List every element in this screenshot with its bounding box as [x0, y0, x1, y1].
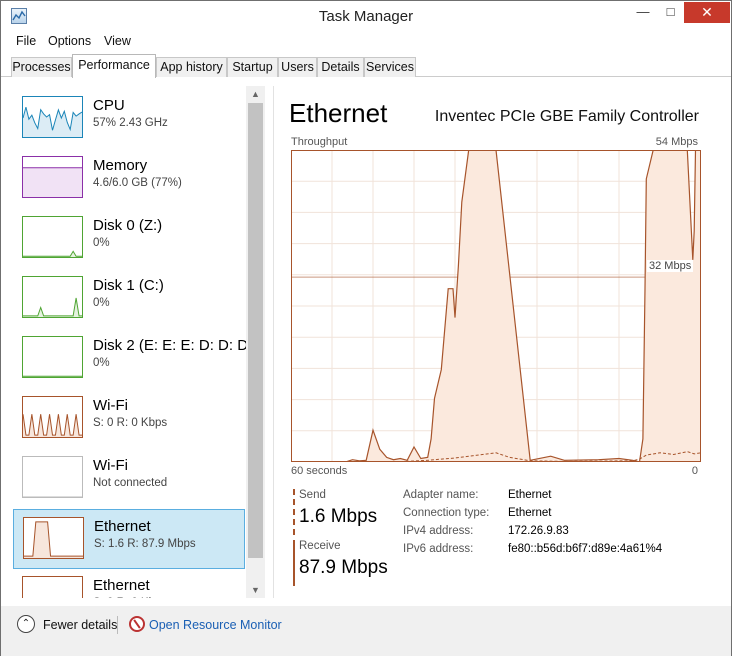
property-value: Ethernet	[508, 507, 552, 519]
device-name: Ethernet	[94, 518, 151, 535]
device-thumbnail-graph	[22, 156, 83, 198]
window-title: Task Manager	[318, 8, 414, 25]
thumbnail-line	[24, 521, 83, 557]
device-usage: S: 0 R: 0 Kbps	[93, 597, 167, 598]
title-bar: Task Manager — □ ✕	[1, 1, 731, 32]
device-usage: S: 1.6 R: 87.9 Mbps	[94, 538, 196, 550]
property-key: Connection type:	[403, 507, 490, 519]
device-item[interactable]: CPU 57% 2.43 GHz	[13, 89, 245, 149]
device-item[interactable]: Memory 4.6/6.0 GB (77%)	[13, 149, 245, 209]
menu-view[interactable]: View	[104, 34, 131, 48]
device-usage: Not connected	[93, 477, 168, 489]
property-key: Adapter name:	[403, 489, 479, 501]
device-item[interactable]: Wi-Fi Not connected	[13, 449, 245, 509]
fewer-details-button[interactable]: Fewer details	[43, 618, 117, 632]
tab-details[interactable]: Details	[317, 57, 364, 77]
device-name: Ethernet	[93, 577, 150, 594]
tab-performance[interactable]: Performance	[72, 54, 156, 78]
chart-title: Throughput	[291, 136, 348, 148]
device-thumbnail-graph	[23, 517, 84, 559]
device-usage: 57% 2.43 GHz	[93, 117, 168, 129]
page-title: Ethernet	[289, 98, 388, 128]
tab-app-history[interactable]: App history	[156, 57, 227, 77]
device-usage: 0%	[93, 237, 110, 249]
scroll-up-arrow[interactable]: ▲	[246, 86, 265, 102]
panel-divider	[273, 86, 274, 598]
property-value: 172.26.9.83	[508, 525, 569, 537]
receive-legend-line	[293, 540, 295, 586]
footer-separator	[117, 616, 118, 634]
device-item[interactable]: Wi-Fi S: 0 R: 0 Kbps	[13, 389, 245, 449]
device-name: CPU	[93, 97, 125, 114]
device-item[interactable]: Ethernet S: 1.6 R: 87.9 Mbps	[13, 509, 245, 569]
device-name: Disk 0 (Z:)	[93, 217, 163, 234]
chart-mid-label: 32 Mbps	[647, 260, 694, 272]
property-value: Ethernet	[508, 489, 552, 501]
device-thumbnail-graph	[22, 276, 83, 318]
adapter-description: Inventec PCIe GBE Family Controller	[434, 108, 699, 125]
send-stat: Send 1.6 Mbps	[293, 489, 393, 535]
device-usage: 4.6/6.0 GB (77%)	[93, 177, 182, 189]
device-thumbnail-graph	[22, 96, 83, 138]
thumbnail-area	[23, 107, 82, 137]
device-usage: 0%	[93, 357, 110, 369]
open-resource-monitor-link[interactable]: Open Resource Monitor	[149, 618, 282, 632]
chart-zero-label: 0	[691, 465, 698, 477]
device-usage: S: 0 R: 0 Kbps	[93, 417, 168, 429]
device-item[interactable]: Disk 2 (E: E: E: D: D: D:) 0%	[13, 329, 257, 389]
maximize-button[interactable]: □	[657, 2, 684, 23]
task-manager-window: Task Manager — □ ✕ File Options View Pro…	[0, 0, 732, 656]
property-key: IPv6 address:	[403, 543, 474, 555]
send-legend-line	[293, 489, 295, 535]
scroll-thumb[interactable]	[248, 103, 263, 558]
send-value: 1.6 Mbps	[299, 506, 378, 527]
send-label: Send	[299, 489, 326, 501]
close-button[interactable]: ✕	[684, 2, 730, 23]
menu-options[interactable]: Options	[48, 34, 91, 48]
chevron-up-icon[interactable]: ⌃	[17, 615, 35, 633]
tab-bar: Processes Performance App history Startu…	[1, 54, 731, 78]
device-item[interactable]: Disk 1 (C:) 0%	[13, 269, 245, 329]
device-thumbnail-graph	[22, 396, 83, 438]
resource-monitor-icon[interactable]	[129, 616, 145, 632]
menu-bar: File Options View	[1, 32, 731, 52]
device-list-scrollbar[interactable]: ▲ ▼	[246, 86, 265, 598]
thumbnail-area	[23, 167, 82, 197]
receive-value: 87.9 Mbps	[299, 557, 388, 578]
device-thumbnail-graph	[22, 456, 83, 498]
scroll-down-arrow[interactable]: ▼	[246, 582, 265, 598]
tab-services[interactable]: Services	[364, 57, 416, 77]
property-key: IPv4 address:	[403, 525, 474, 537]
device-usage: 0%	[93, 297, 110, 309]
thumbnail-line	[23, 297, 82, 317]
device-name: Wi-Fi	[93, 397, 128, 414]
receive-label: Receive	[299, 540, 341, 552]
device-name: Memory	[93, 157, 148, 174]
receive-stat: Receive 87.9 Mbps	[293, 540, 393, 586]
property-value: fe80::b56d:b6f7:d89e:4a61%4	[508, 543, 663, 555]
device-thumbnail-graph	[22, 336, 83, 378]
menu-file[interactable]: File	[16, 34, 36, 48]
throughput-chart	[291, 150, 701, 462]
chart-max-label: 54 Mbps	[655, 136, 698, 148]
device-thumbnail-graph	[22, 216, 83, 258]
minimize-button[interactable]: —	[629, 2, 657, 23]
device-thumbnail-graph	[22, 576, 83, 598]
device-name: Wi-Fi	[93, 457, 128, 474]
device-name: Disk 1 (C:)	[93, 277, 164, 294]
device-list: CPU 57% 2.43 GHz Memory 4.6/6.0 GB (77%) Dis…	[9, 86, 265, 598]
tab-startup[interactable]: Startup	[227, 57, 278, 77]
chart-time-span-label: 60 seconds	[291, 465, 348, 477]
tab-users[interactable]: Users	[278, 57, 317, 77]
tab-processes[interactable]: Processes	[11, 57, 72, 77]
footer: ⌃ Fewer details Open Resource Monitor	[1, 606, 731, 656]
device-item[interactable]: Ethernet S: 0 R: 0 Kbps	[13, 569, 245, 598]
device-item[interactable]: Disk 0 (Z:) 0%	[13, 209, 245, 269]
device-name: Disk 2 (E: E: E: D: D: D:)	[93, 337, 258, 354]
